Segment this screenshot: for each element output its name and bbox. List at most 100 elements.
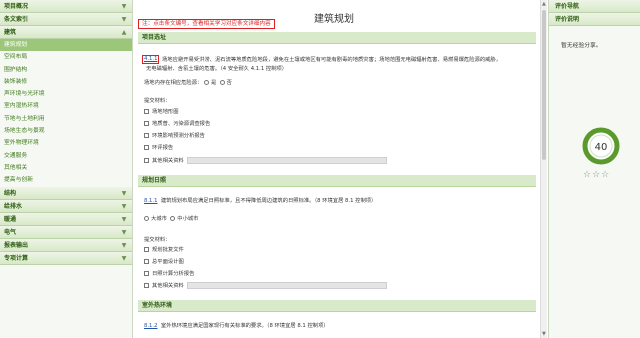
sidebar-section-electrical[interactable]: 电气 ▼	[0, 225, 132, 239]
small-city-label: 中小城市	[177, 216, 199, 222]
clause-text: 建筑规划布局应满足日照标准，且不得降低周边建筑的日照标准。（8 环境宜居 8.1…	[160, 198, 377, 204]
right-panel: 评价导航 评价说明 暂无经验分享。 40 ☆☆☆	[548, 0, 640, 338]
material-item: 环评报告	[144, 143, 173, 151]
material-item-other: 其他相关资料	[144, 281, 387, 289]
material-item: 地质普、污染源调查报告	[144, 119, 210, 127]
sidebar-section-plumbing[interactable]: 给排水 ▼	[0, 199, 132, 213]
scrollbar-thumb[interactable]	[542, 10, 546, 160]
material-checkbox[interactable]	[144, 158, 149, 163]
page-title: 建筑规划	[314, 14, 354, 25]
material-item: 规划批复文件	[144, 245, 184, 253]
sidebar-section-report[interactable]: 报表输出 ▼	[0, 238, 132, 252]
materials-label: 提交材料：	[144, 98, 171, 104]
sidebar-item-transport[interactable]: 交通服务	[0, 150, 132, 162]
sidebar-item-space-layout[interactable]: 空间布局	[0, 51, 132, 63]
chevron-down-icon: ▼	[121, 3, 127, 10]
score-value: 40	[595, 142, 608, 153]
chevron-down-icon: ▼	[121, 228, 127, 236]
city-type-radios: 大城市 中小城市	[144, 214, 198, 222]
sidebar-section-label: 专项计算	[4, 254, 29, 262]
left-sidebar: 项目概况 ▼ 条文索引 ▼ 建筑 ▲ 建筑规划 空间布局 围护结构 装饰装修 声环境与…	[0, 0, 133, 338]
material-label: 环境影响预测分析报告	[152, 133, 205, 139]
material-label: 其他相关资料	[152, 158, 184, 164]
sidebar-section-label: 给排水	[4, 202, 23, 210]
chevron-down-icon: ▼	[121, 16, 127, 23]
material-label: 场地地形图	[152, 109, 179, 115]
materials-label: 提交材料：	[144, 237, 171, 243]
material-checkbox[interactable]	[144, 109, 149, 114]
sidebar-section-label: 条文索引	[4, 16, 29, 23]
sidebar-section-project-overview[interactable]: 项目概况 ▼	[0, 0, 132, 13]
clause-text: 场地应避开易受洪涝、泥石流等地质危险地段，避免在土壤或地区有可能有剧毒的地质灾害…	[162, 57, 502, 63]
scroll-down-icon[interactable]: ▼	[542, 331, 546, 337]
sidebar-section-calculation[interactable]: 专项计算 ▼	[0, 251, 132, 265]
material-checkbox[interactable]	[144, 259, 149, 264]
main-content: 建筑规划 注：点击条文编号，查看相关学习对应条文详细内容 项目选址 4.1.1 …	[134, 0, 540, 338]
no-radio[interactable]	[219, 80, 225, 85]
large-city-radio[interactable]	[144, 216, 149, 221]
chevron-down-icon: ▼	[121, 241, 127, 249]
sidebar-section-label: 报表输出	[4, 241, 29, 249]
sidebar-item-decoration[interactable]: 装饰装修	[0, 76, 132, 88]
evaluation-nav-header[interactable]: 评价导航	[549, 0, 640, 13]
evaluation-notes-text: 暂无经验分享。	[561, 43, 602, 49]
sidebar-section-architecture[interactable]: 建筑 ▲	[0, 26, 132, 39]
vertical-scrollbar[interactable]: ▲ ▼	[540, 0, 547, 338]
large-city-label: 大城市	[151, 216, 167, 222]
clause-text-continued: 无电磁辐射、含氡土壤的危害。（4 安全耐久 4.1.1 控制项）	[146, 66, 288, 72]
scroll-up-icon[interactable]: ▲	[542, 1, 546, 7]
clause-link[interactable]: 8.1.2	[144, 323, 157, 329]
clause-link[interactable]: 8.1.1	[144, 198, 157, 204]
sidebar-item-indoor-humidity[interactable]: 室内湿热环境	[0, 100, 132, 112]
sidebar-section-label: 建筑	[4, 29, 17, 36]
material-label: 其他相关资料	[152, 283, 184, 289]
material-label: 日照计算分析报告	[152, 271, 195, 277]
clause-text: 室外热环境应满足国家现行有关标准的要求。（8 环境宜居 8.1 控制项）	[160, 323, 329, 329]
chevron-down-icon: ▼	[121, 254, 127, 262]
small-city-radio[interactable]	[170, 216, 176, 221]
sidebar-item-envelope[interactable]: 围护结构	[0, 64, 132, 76]
sidebar-item-land-use[interactable]: 节地与土地利用	[0, 113, 132, 125]
material-item: 环境影响预测分析报告	[144, 131, 205, 139]
material-checkbox[interactable]	[144, 133, 149, 138]
chevron-up-icon: ▲	[121, 29, 127, 36]
score-ring-icon: 40	[582, 127, 620, 165]
chevron-down-icon: ▼	[121, 215, 127, 223]
sidebar-item-other[interactable]: 其他相关	[0, 162, 132, 174]
other-material-input[interactable]	[186, 157, 387, 164]
sidebar-item-site-ecology[interactable]: 场地生态与景观	[0, 125, 132, 137]
sidebar-item-building-planning[interactable]: 建筑规划	[0, 39, 132, 52]
sidebar-section-clause-index[interactable]: 条文索引 ▼	[0, 13, 132, 26]
chevron-down-icon: ▼	[121, 202, 127, 210]
question-label: 场地内存在相应危险源：	[144, 80, 203, 86]
no-label: 否	[226, 80, 232, 86]
clause-link[interactable]: 4.1.1	[142, 55, 160, 64]
material-label: 总平面设计图	[152, 259, 184, 265]
clause-row: 8.1.2 室外热环境应满足国家现行有关标准的要求。（8 环境宜居 8.1 控制…	[144, 321, 329, 329]
material-checkbox[interactable]	[144, 145, 149, 150]
section-header-site-selection: 项目选址	[138, 32, 536, 44]
material-item: 总平面设计图	[144, 257, 184, 265]
material-label: 规划批复文件	[152, 247, 184, 253]
notice-banner: 注：点击条文编号，查看相关学习对应条文详细内容	[138, 19, 275, 29]
other-material-input[interactable]	[186, 282, 387, 289]
sidebar-item-outdoor-physics[interactable]: 室外物理环境	[0, 137, 132, 149]
material-item: 场地地形图	[144, 107, 179, 115]
material-item: 日照计算分析报告	[144, 269, 194, 277]
sidebar-section-label: 项目概况	[4, 3, 29, 10]
section-header-planning-sunlight: 规划日照	[138, 175, 536, 187]
material-checkbox[interactable]	[144, 247, 149, 252]
yes-radio[interactable]	[203, 80, 209, 85]
material-item-other: 其他相关资料	[144, 156, 387, 164]
sidebar-section-structure[interactable]: 结构 ▼	[0, 186, 132, 200]
hazard-question: 场地内存在相应危险源： 是 否	[144, 78, 232, 86]
material-checkbox[interactable]	[144, 121, 149, 126]
material-checkbox[interactable]	[144, 271, 149, 276]
evaluation-notes-header[interactable]: 评价说明	[549, 13, 640, 26]
sidebar-item-innovation[interactable]: 提高与创新	[0, 174, 132, 186]
yes-label: 是	[210, 80, 217, 86]
sidebar-section-hvac[interactable]: 暖通 ▼	[0, 212, 132, 226]
sidebar-item-sound-light[interactable]: 声环境与光环境	[0, 88, 132, 100]
material-checkbox[interactable]	[144, 283, 149, 288]
star-icon: ☆	[583, 170, 593, 180]
